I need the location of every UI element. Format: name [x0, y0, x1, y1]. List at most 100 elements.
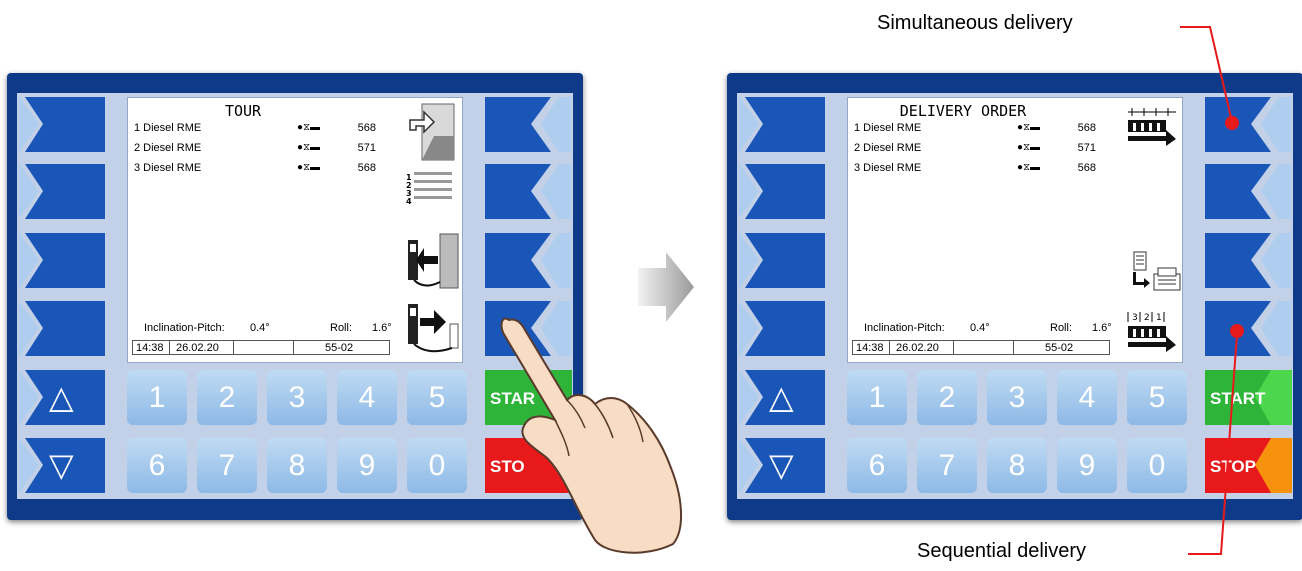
compartment-status: ●⧖▬: [1017, 122, 1041, 133]
annotation-line-bottom: [1188, 553, 1222, 555]
tank-door-icon: [409, 103, 455, 161]
simultaneous-delivery-annotation: Simultaneous delivery: [877, 12, 1073, 34]
status-date: 26.02.20: [176, 342, 219, 354]
compartment-value: 568: [357, 162, 376, 174]
numeric-key-5[interactable]: 5: [1127, 370, 1187, 425]
unload-hose-icon: [408, 304, 459, 353]
status-date: 26.02.20: [896, 342, 939, 354]
compartment-name: 1 Diesel RME: [854, 122, 922, 134]
numeric-key-0[interactable]: 0: [1127, 438, 1187, 493]
compartment-value: 571: [357, 142, 376, 154]
inclination-value: 0.4°: [970, 322, 990, 334]
compartment-name: 3 Diesel RME: [134, 162, 202, 174]
roll-value: 1.6°: [1092, 322, 1112, 334]
display-screen: DELIVERY ORDER 1 Diesel RME ●⧖▬ 568 2 Di…: [847, 97, 1183, 363]
transition-arrow-icon: [638, 252, 694, 322]
down-triangle-icon: ▽: [49, 447, 74, 483]
status-code: 55-02: [1045, 342, 1074, 354]
compartment-value: 571: [1077, 142, 1096, 154]
printer-icon: [1133, 251, 1181, 291]
compartment-status: ●⧖▬: [297, 142, 321, 153]
sequential-delivery-marker: [1230, 324, 1244, 338]
compartment-row: 1 Diesel RME ●⧖▬ 568: [854, 122, 1096, 138]
status-time: 14:38: [136, 342, 164, 354]
up-arrow-key[interactable]: △: [19, 370, 105, 425]
compartment-name: 2 Diesel RME: [854, 142, 922, 154]
up-triangle-icon: △: [769, 379, 794, 415]
compartment-name: 1 Diesel RME: [134, 122, 202, 134]
roll-label: Roll:: [1050, 322, 1073, 334]
right-softkey-2[interactable]: [485, 164, 571, 219]
roll-label: Roll:: [330, 322, 353, 334]
load-hose-icon: [408, 233, 459, 289]
compartment-status: ●⧖▬: [1017, 162, 1041, 173]
compartment-status: ●⧖▬: [1017, 142, 1041, 153]
right-softkey-1[interactable]: [485, 97, 571, 152]
left-softkey-2[interactable]: [739, 164, 825, 219]
right-softkey-3[interactable]: [1205, 233, 1291, 288]
numbered-list-icon: 1 2 3 4: [406, 172, 452, 206]
status-time: 14:38: [856, 342, 884, 354]
numeric-key-4[interactable]: 4: [1057, 370, 1117, 425]
inclination-value: 0.4°: [250, 322, 270, 334]
numeric-key-2[interactable]: 2: [197, 370, 257, 425]
compartment-value: 568: [357, 122, 376, 134]
screen-title: DELIVERY ORDER: [899, 102, 1027, 120]
simultaneous-delivery-icon: [1128, 108, 1176, 146]
status-code: 55-02: [325, 342, 354, 354]
svg-text:4: 4: [406, 197, 412, 206]
compartment-status: ●⧖▬: [297, 162, 321, 173]
left-softkey-2[interactable]: [19, 164, 105, 219]
compartment-value: 568: [1077, 122, 1096, 134]
left-softkey-3[interactable]: [19, 233, 105, 288]
svg-text:2: 2: [1144, 313, 1150, 323]
numeric-key-7[interactable]: 7: [197, 438, 257, 493]
down-triangle-icon: ▽: [769, 447, 794, 483]
numeric-key-7[interactable]: 7: [917, 438, 977, 493]
up-arrow-key[interactable]: △: [739, 370, 825, 425]
numeric-key-4[interactable]: 4: [337, 370, 397, 425]
down-arrow-key[interactable]: ▽: [739, 438, 825, 493]
svg-text:1: 1: [1156, 313, 1162, 323]
numeric-key-9[interactable]: 9: [1057, 438, 1117, 493]
right-softkey-2[interactable]: [1205, 164, 1291, 219]
svg-text:3: 3: [1132, 313, 1138, 323]
left-softkey-1[interactable]: [19, 97, 105, 152]
roll-value: 1.6°: [372, 322, 392, 334]
inclination-label: Inclination-Pitch:: [864, 322, 945, 334]
right-softkey-3[interactable]: [485, 233, 571, 288]
pointing-hand-icon: [500, 317, 682, 554]
left-softkey-3[interactable]: [739, 233, 825, 288]
numeric-key-6[interactable]: 6: [847, 438, 907, 493]
status-bar: 14:38 26.02.20 55-02: [852, 340, 1110, 355]
numeric-key-5[interactable]: 5: [407, 370, 467, 425]
sequential-delivery-icon: 3 2 1: [1127, 312, 1176, 352]
annotation-leader-bottom: [1220, 333, 1238, 555]
numeric-key-2[interactable]: 2: [917, 370, 977, 425]
left-softkey-1[interactable]: [739, 97, 825, 152]
left-softkey-4[interactable]: [19, 301, 105, 356]
numeric-key-6[interactable]: 6: [127, 438, 187, 493]
numeric-key-8[interactable]: 8: [987, 438, 1047, 493]
simultaneous-delivery-marker: [1225, 116, 1239, 130]
panel-face: TOUR 1 Diesel RME ●⧖▬ 568 2 Diesel RME ●…: [17, 93, 573, 499]
compartment-row: 2 Diesel RME ●⧖▬ 571: [134, 142, 376, 158]
up-triangle-icon: △: [49, 379, 74, 415]
compartment-row: 3 Diesel RME ●⧖▬ 568: [854, 162, 1096, 178]
numeric-key-3[interactable]: 3: [987, 370, 1047, 425]
numeric-key-9[interactable]: 9: [337, 438, 397, 493]
numeric-key-1[interactable]: 1: [127, 370, 187, 425]
display-screen: TOUR 1 Diesel RME ●⧖▬ 568 2 Diesel RME ●…: [127, 97, 463, 363]
numeric-key-3[interactable]: 3: [267, 370, 327, 425]
left-softkey-4[interactable]: [739, 301, 825, 356]
numeric-key-8[interactable]: 8: [267, 438, 327, 493]
numeric-key-1[interactable]: 1: [847, 370, 907, 425]
compartment-value: 568: [1077, 162, 1096, 174]
compartment-row: 2 Diesel RME ●⧖▬ 571: [854, 142, 1096, 158]
inclination-label: Inclination-Pitch:: [144, 322, 225, 334]
status-bar: 14:38 26.02.20 55-02: [132, 340, 390, 355]
compartment-name: 2 Diesel RME: [134, 142, 202, 154]
screen-title: TOUR: [224, 102, 262, 120]
numeric-key-0[interactable]: 0: [407, 438, 467, 493]
down-arrow-key[interactable]: ▽: [19, 438, 105, 493]
